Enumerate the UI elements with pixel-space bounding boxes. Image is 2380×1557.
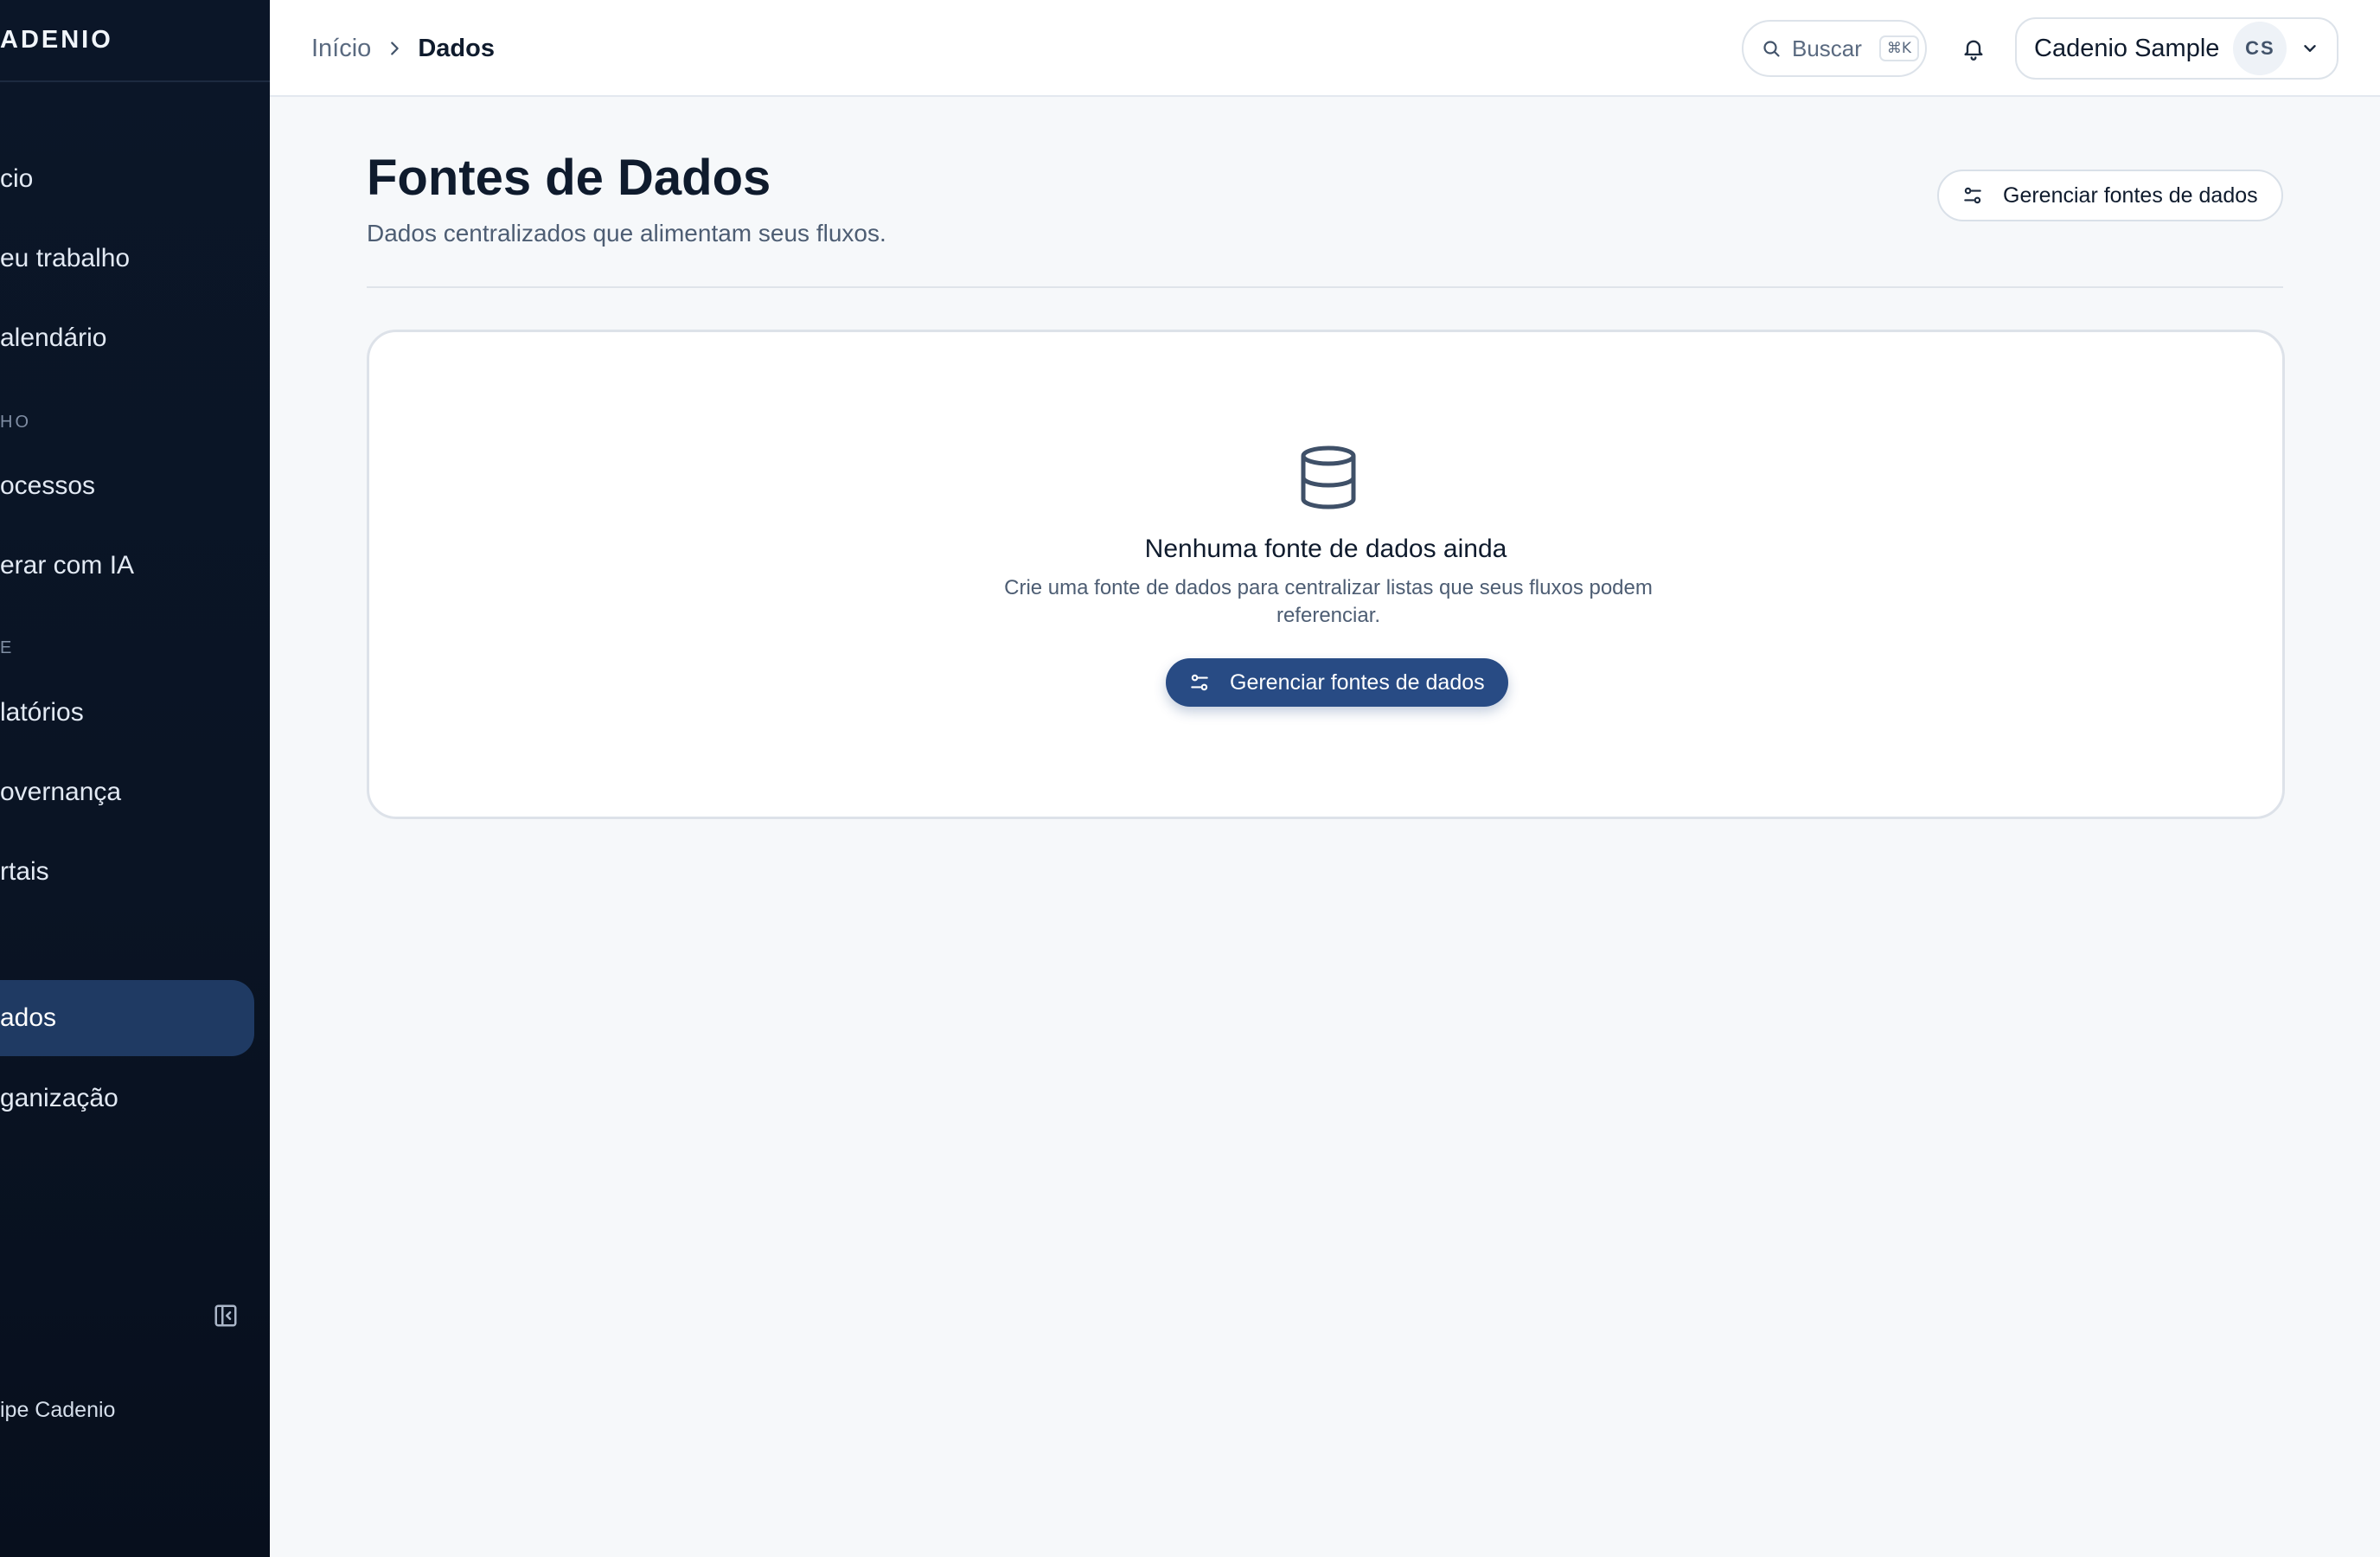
sidebar-item-dados[interactable]: ados <box>0 980 254 1056</box>
manage-data-sources-button[interactable]: Gerenciar fontes de dados <box>1937 170 2283 221</box>
notifications-button[interactable] <box>1960 33 1987 64</box>
bell-icon <box>1964 40 1983 61</box>
top-bar: Início Dados Buscar ⌘K Cadenio Sample CS <box>270 0 2380 97</box>
sidebar: ADENIO cio eu trabalho alendário HO oces… <box>0 0 270 1557</box>
user-name: Cadenio Sample <box>2034 34 2220 62</box>
page-subtitle: Dados centralizados que alimentam seus f… <box>367 220 886 247</box>
avatar: CS <box>2233 22 2287 75</box>
team-name[interactable]: ipe Cadenio <box>0 1398 115 1423</box>
search-shortcut-badge: ⌘K <box>1878 35 1920 61</box>
search-label: Buscar <box>1792 35 1862 61</box>
sidebar-item-label: ganização <box>0 1084 118 1112</box>
main-content: Fontes de Dados Dados centralizados que … <box>270 97 2380 1557</box>
page-title: Fontes de Dados <box>367 150 771 206</box>
empty-state-card: Nenhuma fonte de dados ainda Crie uma fo… <box>367 330 2285 819</box>
breadcrumb-current: Dados <box>418 34 495 62</box>
user-menu-button[interactable]: Cadenio Sample CS <box>2015 17 2338 80</box>
sidebar-section-label: E <box>0 638 15 657</box>
sidebar-item-meu-trabalho[interactable]: eu trabalho <box>0 221 254 297</box>
sidebar-item-calendario[interactable]: alendário <box>0 300 254 376</box>
empty-state-description: Crie uma fonte de dados para centralizar… <box>1004 576 1653 627</box>
sidebar-item-label: ados <box>0 1003 57 1032</box>
chevron-down-icon <box>2300 39 2319 58</box>
sidebar-item-label: cio <box>0 164 34 193</box>
empty-state-manage-label: Gerenciar fontes de dados <box>1230 670 1485 695</box>
sidebar-collapse-icon <box>214 1304 237 1327</box>
breadcrumb: Início Dados <box>311 0 495 97</box>
sidebar-item-gerar-com-ia[interactable]: erar com IA <box>0 528 254 604</box>
brand-divider <box>0 80 270 82</box>
sidebar-item-inicio[interactable]: cio <box>0 141 254 217</box>
sidebar-item-label: alendário <box>0 324 107 352</box>
sliders-icon <box>1964 187 1981 204</box>
sidebar-item-label: eu trabalho <box>0 244 131 272</box>
sidebar-item-organizacao[interactable]: ganização <box>0 1060 254 1137</box>
chevron-right-icon <box>385 39 404 58</box>
sidebar-item-relatorios[interactable]: latórios <box>0 675 254 751</box>
manage-data-sources-label: Gerenciar fontes de dados <box>2003 183 2258 208</box>
sliders-icon <box>1191 674 1208 691</box>
search-button[interactable]: Buscar ⌘K <box>1742 20 1927 77</box>
sidebar-item-portais[interactable]: rtais <box>0 834 254 910</box>
sidebar-item-label: rtais <box>0 857 49 886</box>
empty-state-manage-button[interactable]: Gerenciar fontes de dados <box>1166 658 1508 707</box>
breadcrumb-home-link[interactable]: Início <box>311 35 371 63</box>
sidebar-section-label: HO <box>0 413 31 432</box>
sidebar-item-label: ocessos <box>0 471 96 500</box>
database-icon <box>1301 445 1356 509</box>
search-icon <box>1763 41 1780 57</box>
sidebar-item-governanca[interactable]: overnança <box>0 754 254 830</box>
sidebar-item-label: latórios <box>0 698 84 727</box>
empty-state-title: Nenhuma fonte de dados ainda <box>1144 535 1507 563</box>
sidebar-item-label: overnança <box>0 778 122 806</box>
sidebar-item-label: erar com IA <box>0 551 135 580</box>
sidebar-collapse-button[interactable] <box>213 1303 239 1329</box>
brand-logo-text: ADENIO <box>0 26 113 54</box>
header-divider <box>367 286 2283 288</box>
sidebar-item-processos[interactable]: ocessos <box>0 448 254 524</box>
